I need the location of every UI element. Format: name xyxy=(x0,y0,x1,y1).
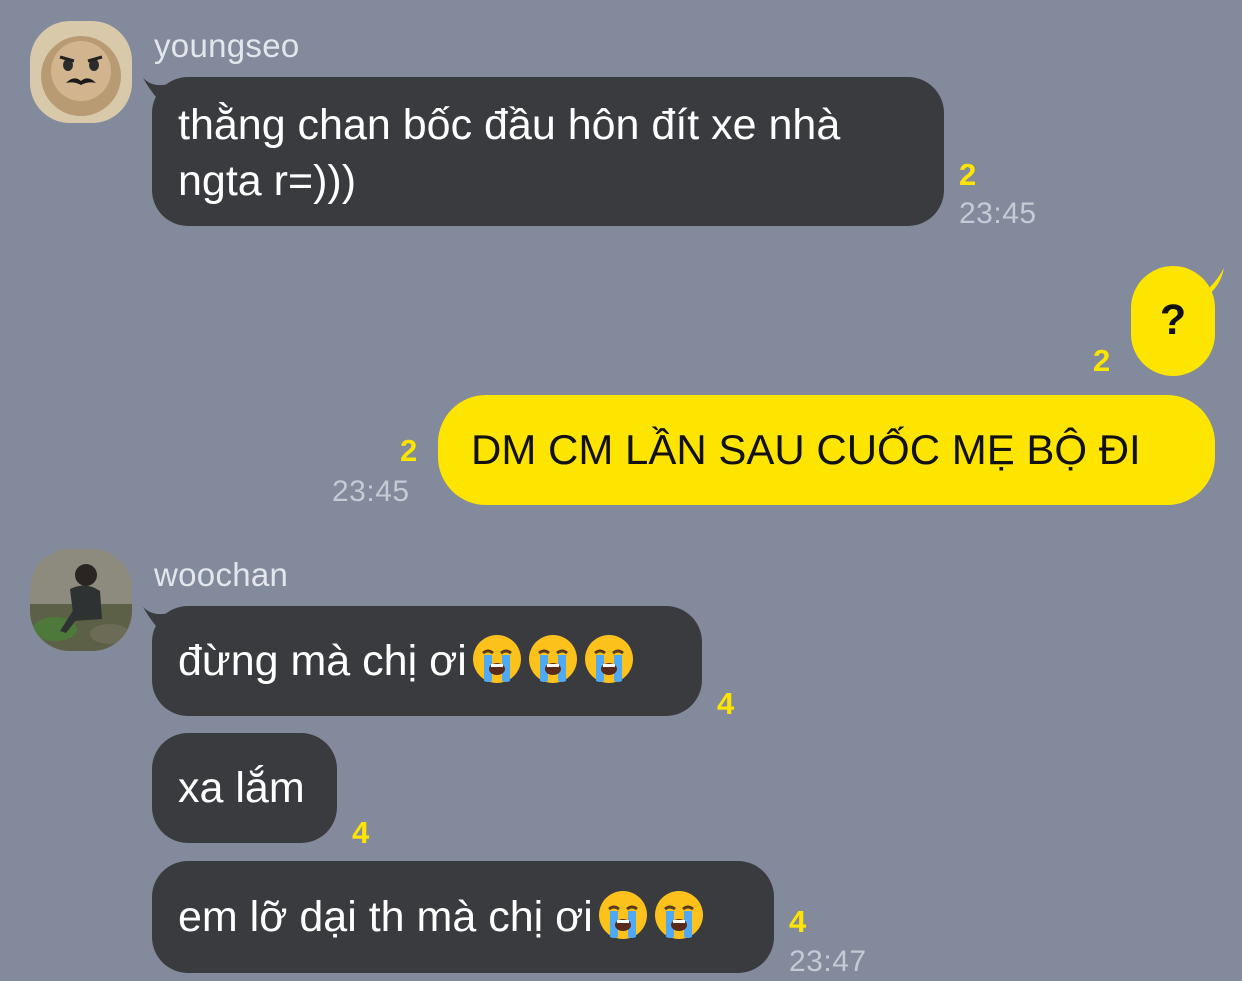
unread-count: 2 xyxy=(400,433,418,468)
loudly-crying-face-icon xyxy=(527,633,579,685)
message-time: 23:45 xyxy=(959,197,1037,230)
sender-name: woochan xyxy=(154,556,289,593)
message-bubble-me[interactable]: ? xyxy=(1131,266,1215,376)
message-bubble-woochan[interactable]: xa lắm xyxy=(152,733,337,843)
unread-count: 4 xyxy=(352,815,370,850)
message-bubble-youngseo[interactable]: thằng chan bốc đầu hôn đít xe nhà ngta r… xyxy=(152,77,944,226)
message-bubble-me[interactable]: DM CM LẦN SAU CUỐC MẸ BỘ ĐI xyxy=(438,395,1215,505)
message-bubble-woochan[interactable]: em lỡ dại th mà chị ơi xyxy=(152,861,774,973)
message-text: xa lắm xyxy=(178,764,305,812)
unread-count: 4 xyxy=(789,904,807,939)
message-text-line: thằng chan bốc đầu hôn đít xe nhà xyxy=(178,101,841,149)
message-time: 23:47 xyxy=(789,945,867,978)
unread-count: 2 xyxy=(959,157,977,192)
message-time: 23:45 xyxy=(332,475,410,508)
loudly-crying-face-icon xyxy=(597,889,649,941)
message-text-line: ngta r=))) xyxy=(178,157,357,205)
loudly-crying-face-icon xyxy=(471,633,523,685)
message-text: DM CM LẦN SAU CUỐC MẸ BỘ ĐI xyxy=(471,426,1141,473)
unread-count: 2 xyxy=(1093,343,1111,378)
message-bubble-woochan[interactable]: đừng mà chị ơi xyxy=(152,606,702,716)
message-text: ? xyxy=(1159,296,1187,344)
sender-name: youngseo xyxy=(154,27,300,64)
unread-count: 4 xyxy=(717,686,735,721)
avatar-youngseo[interactable] xyxy=(30,21,132,123)
message-text: em lỡ dại th mà chị ơi xyxy=(178,893,593,941)
message-text: đừng mà chị ơi xyxy=(178,637,467,685)
loudly-crying-face-icon xyxy=(583,633,635,685)
avatar-woochan[interactable] xyxy=(30,549,132,651)
loudly-crying-face-icon xyxy=(653,889,705,941)
